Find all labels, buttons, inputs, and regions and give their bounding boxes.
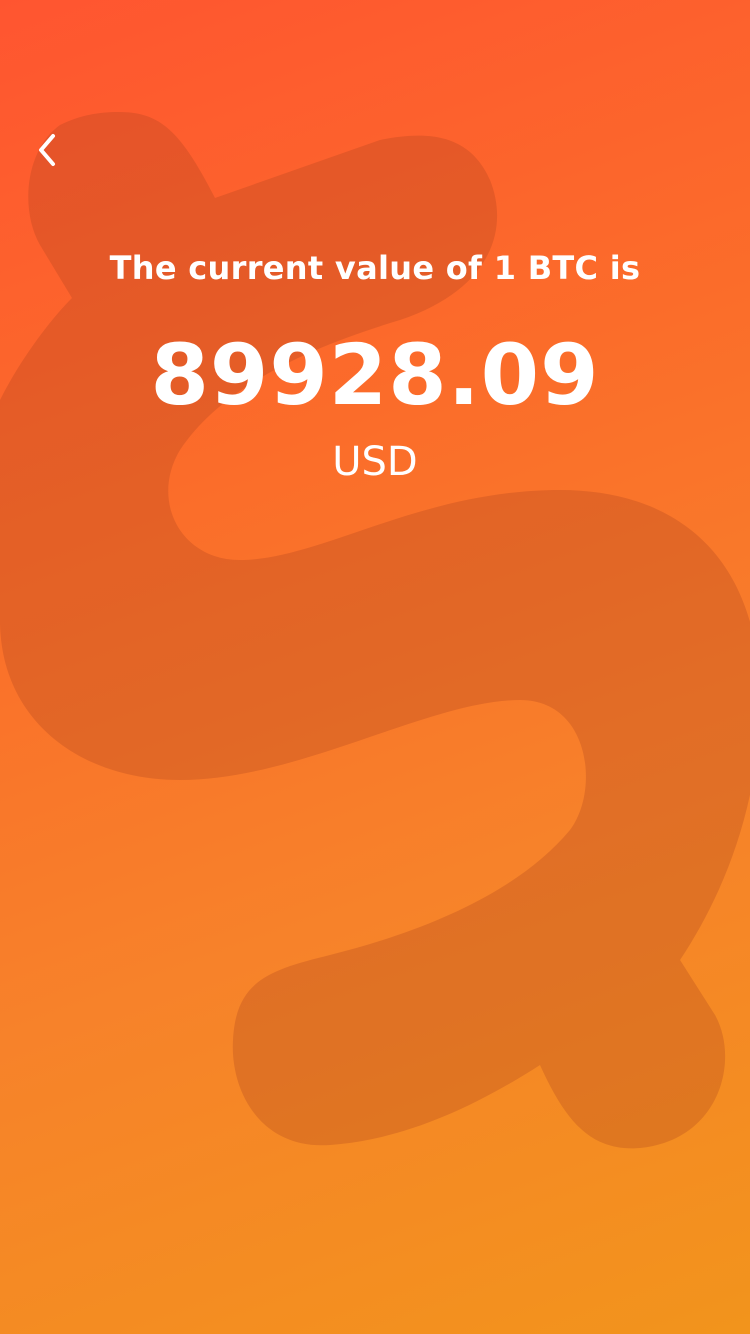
chevron-left-icon — [39, 134, 55, 166]
rate-heading: The current value of 1 BTC is — [109, 249, 641, 287]
btc-price-value: 89928.09 — [150, 326, 600, 424]
currency-label: USD — [332, 439, 418, 485]
dollar-sign-icon — [0, 112, 750, 1149]
rate-screen: The current value of 1 BTC is 89928.09 U… — [0, 0, 750, 1334]
rate-panel: The current value of 1 BTC is 89928.09 U… — [0, 240, 750, 492]
back-button[interactable] — [22, 120, 72, 180]
